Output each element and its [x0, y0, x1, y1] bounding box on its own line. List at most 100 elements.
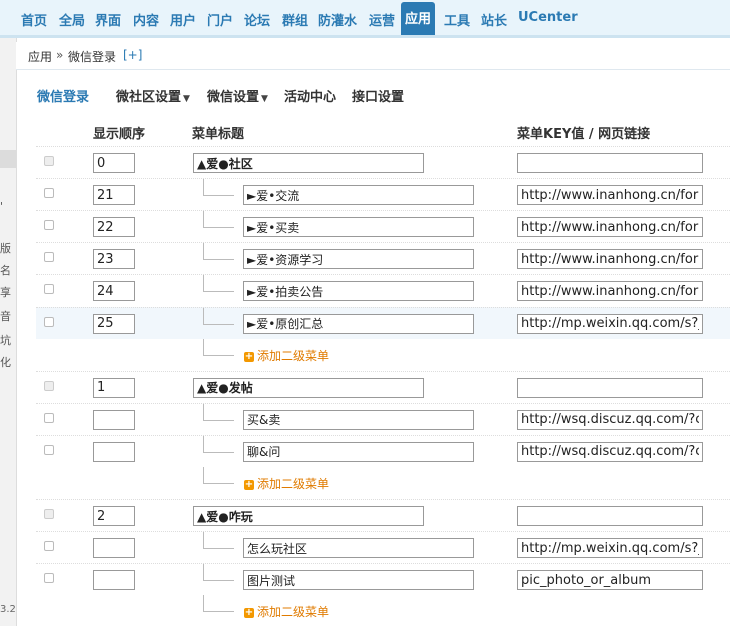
order-input[interactable] — [93, 441, 135, 462]
nav-item-0[interactable]: 首页 — [21, 10, 47, 29]
key-input[interactable] — [517, 185, 703, 206]
sidebar-item-fragment[interactable]: 版 — [0, 240, 16, 256]
sidebar: ' 版名享音坑化 3.2 — [0, 38, 17, 626]
nav-item-11[interactable]: 工具 — [444, 10, 470, 29]
key-input[interactable] — [517, 217, 703, 238]
tab-2[interactable]: 微信设置 ▼ — [207, 86, 268, 105]
key-input[interactable] — [517, 409, 703, 430]
nav-item-12[interactable]: 站长 — [481, 10, 507, 29]
tab-1[interactable]: 微社区设置 ▼ — [116, 86, 190, 105]
key-input[interactable] — [517, 249, 703, 270]
sidebar-item-fragment[interactable]: 音 — [0, 308, 16, 324]
table-row — [36, 499, 730, 531]
key-input[interactable] — [517, 570, 703, 591]
title-input[interactable] — [243, 570, 474, 591]
title-input[interactable] — [193, 153, 424, 173]
key-input[interactable] — [517, 506, 703, 527]
title-input[interactable] — [243, 538, 474, 559]
row-checkbox[interactable] — [44, 316, 54, 327]
tab-0[interactable]: 微信登录 — [37, 86, 89, 105]
tab-3[interactable]: 活动中心 — [284, 86, 336, 105]
row-checkbox[interactable] — [44, 284, 54, 295]
add-submenu-button[interactable]: + 添加二级菜单 — [244, 603, 329, 620]
title-input[interactable] — [243, 313, 474, 334]
order-input[interactable] — [93, 185, 135, 206]
sidebar-item-fragment[interactable]: 坑 — [0, 332, 16, 348]
tree-connector — [203, 275, 234, 293]
row-checkbox[interactable] — [44, 188, 54, 199]
nav-item-5[interactable]: 门户 — [207, 10, 233, 29]
row-checkbox[interactable] — [44, 156, 54, 166]
sidebar-item-fragment[interactable]: ' — [0, 200, 16, 213]
breadcrumb-home[interactable]: 应用 — [28, 48, 52, 65]
sidebar-item-fragment[interactable]: 名 — [0, 262, 16, 278]
title-input[interactable] — [193, 506, 424, 527]
table-row — [36, 146, 730, 178]
tree-connector — [203, 403, 234, 421]
add-submenu-row: + 添加二级菜单 — [36, 338, 730, 371]
key-input[interactable] — [517, 153, 703, 173]
order-input[interactable] — [93, 153, 135, 173]
row-checkbox[interactable] — [44, 380, 54, 391]
nav-item-7[interactable]: 群组 — [282, 10, 308, 29]
sidebar-item-fragment[interactable]: 享 — [0, 284, 16, 300]
row-checkbox[interactable] — [44, 252, 54, 263]
title-input[interactable] — [243, 441, 474, 462]
order-input[interactable] — [93, 409, 135, 430]
title-input[interactable] — [193, 377, 424, 398]
nav-item-10[interactable]: 应用 — [401, 2, 436, 35]
tree-connector — [203, 179, 234, 197]
sidebar-selected-item[interactable] — [0, 150, 16, 168]
add-submenu-label: 添加二级菜单 — [257, 605, 330, 620]
order-input[interactable] — [93, 217, 135, 238]
nav-item-4[interactable]: 用户 — [170, 10, 196, 29]
table-row — [36, 434, 730, 467]
order-input[interactable] — [93, 313, 135, 334]
plus-icon: + — [244, 607, 254, 619]
row-checkbox[interactable] — [44, 444, 54, 455]
nav-item-9[interactable]: 运营 — [369, 10, 395, 29]
nav-item-2[interactable]: 界面 — [95, 10, 121, 29]
row-checkbox[interactable] — [44, 412, 54, 423]
title-input[interactable] — [243, 185, 474, 206]
tree-connector — [203, 211, 234, 229]
tree-connector — [203, 307, 234, 325]
title-input[interactable] — [243, 217, 474, 238]
sub-tabs: 微信登录 微社区设置 ▼ 微信设置 ▼ 活动中心 接口设置 — [16, 78, 730, 108]
order-input[interactable] — [93, 249, 135, 270]
tab-label: 接口设置 — [352, 90, 405, 105]
sidebar-item-fragment[interactable]: 化 — [0, 354, 16, 370]
add-submenu-button[interactable]: + 添加二级菜单 — [244, 347, 329, 364]
key-input[interactable] — [517, 377, 703, 398]
order-input[interactable] — [93, 570, 135, 591]
title-input[interactable] — [243, 249, 474, 270]
tab-4[interactable]: 接口设置 — [352, 86, 404, 105]
key-input[interactable] — [517, 441, 703, 462]
title-input[interactable] — [243, 409, 474, 430]
nav-item-6[interactable]: 论坛 — [244, 10, 270, 29]
header-key: 菜单KEY值 / 网页链接 — [517, 127, 651, 142]
nav-item-13[interactable]: UCenter — [518, 10, 578, 25]
row-checkbox[interactable] — [44, 541, 54, 552]
tree-connector — [203, 595, 234, 613]
table-row — [36, 306, 730, 339]
order-input[interactable] — [93, 538, 135, 559]
key-input[interactable] — [517, 538, 703, 559]
add-shortcut-button[interactable]: [+] — [123, 48, 142, 62]
chevron-down-icon: ▼ — [261, 94, 268, 104]
order-input[interactable] — [93, 281, 135, 302]
title-input[interactable] — [243, 281, 474, 302]
row-checkbox[interactable] — [44, 220, 54, 231]
key-input[interactable] — [517, 281, 703, 302]
order-input[interactable] — [93, 377, 135, 398]
nav-item-1[interactable]: 全局 — [59, 10, 85, 29]
nav-item-3[interactable]: 内容 — [133, 10, 159, 29]
order-input[interactable] — [93, 506, 135, 527]
add-submenu-row: + 添加二级菜单 — [36, 467, 730, 499]
row-checkbox[interactable] — [44, 509, 54, 520]
key-input[interactable] — [517, 313, 703, 334]
nav-item-8[interactable]: 防灌水 — [318, 10, 357, 29]
row-checkbox[interactable] — [44, 573, 54, 584]
header-order: 显示顺序 — [93, 127, 146, 142]
add-submenu-button[interactable]: + 添加二级菜单 — [244, 475, 329, 492]
